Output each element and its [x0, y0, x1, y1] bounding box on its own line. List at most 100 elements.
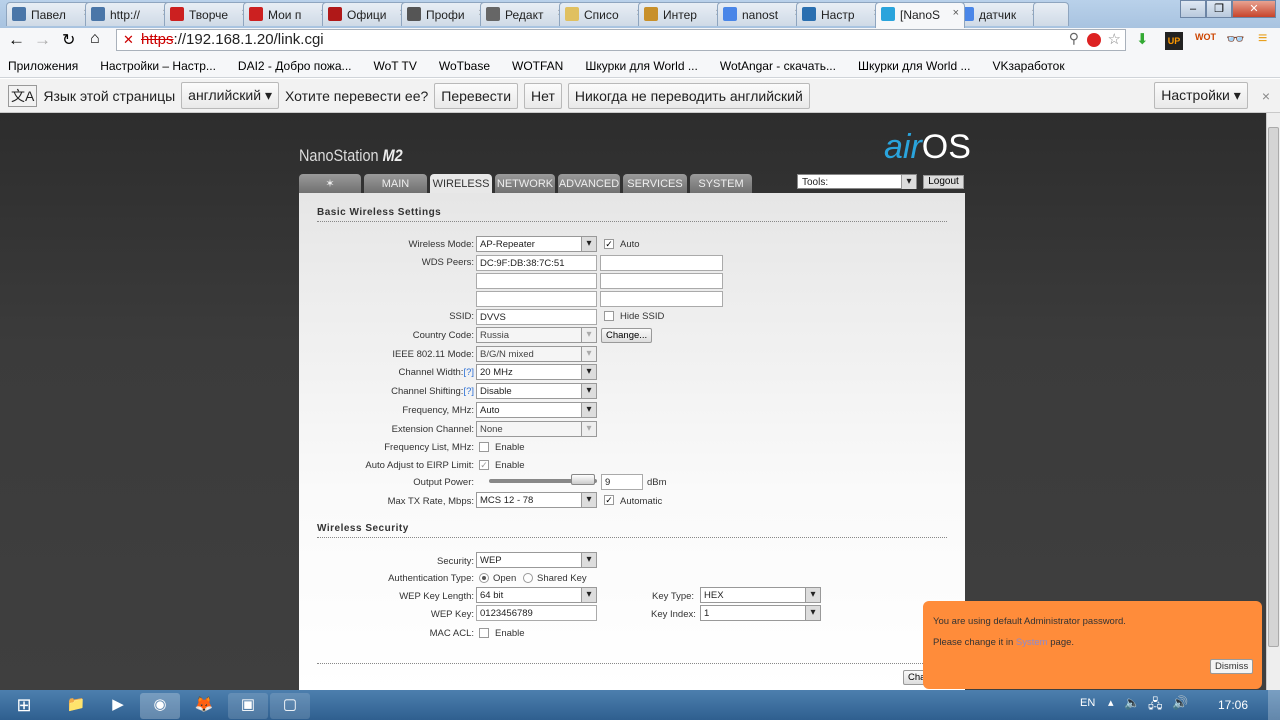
bookmark-star-icon[interactable]: ☆	[1108, 30, 1121, 48]
wds-peer-3[interactable]	[476, 273, 597, 289]
language-indicator[interactable]: EN	[1080, 697, 1095, 709]
close-window-button[interactable]: ✕	[1232, 0, 1276, 18]
wep-key-input[interactable]: 0123456789	[476, 605, 597, 621]
speaker-muted-icon[interactable]: 🔈	[1124, 695, 1140, 711]
browser-tab[interactable]: Павел×	[6, 2, 96, 26]
media-player-icon[interactable]: ▶	[98, 693, 138, 719]
address-bar[interactable]: ✕ https://192.168.1.20/link.cgi ⚲ ☆	[116, 29, 1126, 51]
close-translate-icon[interactable]: ×	[1262, 88, 1270, 104]
browser-tab[interactable]: Творче×	[164, 2, 254, 26]
auto-checkbox[interactable]: ✓	[604, 239, 614, 249]
channel-width-select[interactable]: 20 MHz	[476, 364, 597, 380]
volume-icon[interactable]: 🔊	[1172, 695, 1188, 711]
bookmark-item[interactable]: WoTbase	[439, 59, 490, 73]
clock[interactable]: 17:06	[1218, 698, 1248, 712]
tab-network[interactable]: NETWORK	[495, 174, 555, 194]
tab-wireless[interactable]: WIRELESS	[430, 174, 492, 194]
app-icon[interactable]: ▣	[228, 693, 268, 719]
extension-channel-select[interactable]: None	[476, 421, 597, 437]
menu-icon[interactable]: ≡	[1258, 30, 1267, 48]
window-icon[interactable]: ▢	[270, 693, 310, 719]
key-type-select[interactable]: HEX	[700, 587, 821, 603]
browser-tab[interactable]: nanost×	[717, 2, 807, 26]
explorer-icon[interactable]: 📁	[56, 693, 96, 719]
chrome-icon[interactable]: ◉	[140, 693, 180, 719]
wot-extension-icon[interactable]: WOT	[1195, 32, 1216, 42]
no-button[interactable]: Нет	[524, 82, 562, 109]
browser-tab[interactable]: Настр×	[796, 2, 886, 26]
incognito-icon[interactable]: 👓	[1226, 30, 1245, 48]
channel-shifting-help-link[interactable]: [?]	[463, 386, 474, 397]
bookmark-item[interactable]: Настройки – Настр...	[100, 59, 216, 73]
translate-button[interactable]: Перевести	[434, 82, 519, 109]
wireless-mode-select[interactable]: AP-Repeater	[476, 236, 597, 252]
vertical-scrollbar[interactable]	[1266, 113, 1280, 690]
translate-settings-button[interactable]: Настройки ▾	[1154, 82, 1248, 109]
bookmark-item[interactable]: VKзаработок	[992, 59, 1064, 73]
browser-tab[interactable]: http://×	[85, 2, 175, 26]
close-tab-icon[interactable]: ×	[953, 7, 959, 19]
language-select[interactable]: английский ▾	[181, 82, 279, 109]
browser-tab[interactable]: [NanoS ×	[875, 2, 965, 28]
tab-ubnt-logo[interactable]: ✶	[299, 174, 361, 194]
max-tx-rate-select[interactable]: MCS 12 - 78	[476, 492, 597, 508]
browser-tab[interactable]: Профи×	[401, 2, 491, 26]
bookmark-item[interactable]: WOTFAN	[512, 59, 563, 73]
bookmark-item[interactable]: WoT TV	[374, 59, 417, 73]
output-power-slider-handle[interactable]	[571, 474, 595, 485]
country-code-select[interactable]: Russia	[476, 327, 597, 343]
tools-select[interactable]: Tools:	[797, 174, 917, 189]
back-icon[interactable]: ←	[8, 30, 25, 50]
reload-icon[interactable]: ↻	[62, 30, 75, 50]
eirp-checkbox[interactable]: ✓	[479, 460, 489, 470]
maximize-button[interactable]: ❐	[1206, 0, 1232, 18]
hide-ssid-checkbox[interactable]	[604, 311, 614, 321]
browser-tab[interactable]: Интер×	[638, 2, 728, 26]
ieee-mode-select[interactable]: B/G/N mixed	[476, 346, 597, 362]
bookmark-item[interactable]: WotAngar - скачать...	[720, 59, 836, 73]
wds-peer-2[interactable]	[600, 255, 723, 271]
bookmark-item[interactable]: DAI2 - Добро пожа...	[238, 59, 352, 73]
new-tab-button[interactable]	[1033, 2, 1069, 26]
channel-width-help-link[interactable]: [?]	[463, 367, 474, 378]
tab-advanced[interactable]: ADVANCED	[558, 174, 620, 194]
bookmark-item[interactable]: Шкурки для World ...	[858, 59, 971, 73]
never-translate-button[interactable]: Никогда не переводить английский	[567, 82, 810, 109]
wds-peer-4[interactable]	[600, 273, 723, 289]
download-icon[interactable]: ⬇	[1136, 30, 1149, 48]
browser-tab[interactable]: Офици×	[322, 2, 412, 26]
dismiss-button[interactable]: Dismiss	[1210, 659, 1254, 674]
zoom-icon[interactable]: ⚲	[1069, 30, 1079, 47]
firefox-icon[interactable]: 🦊	[184, 693, 224, 719]
mac-acl-checkbox[interactable]	[479, 628, 489, 638]
tab-main[interactable]: MAIN	[364, 174, 427, 194]
wds-peer-5[interactable]	[476, 291, 597, 307]
wds-peer-1[interactable]: DC:9F:DB:38:7C:51	[476, 255, 597, 271]
frequency-list-checkbox[interactable]	[479, 442, 489, 452]
home-icon[interactable]: ⌂	[90, 30, 100, 48]
adblock-icon[interactable]	[1087, 33, 1101, 47]
scroll-thumb[interactable]	[1268, 127, 1279, 647]
wep-key-length-select[interactable]: 64 bit	[476, 587, 597, 603]
ssid-input[interactable]: DVVS	[476, 309, 597, 325]
wds-peer-6[interactable]	[600, 291, 723, 307]
network-icon[interactable]: 🖧	[1148, 695, 1163, 717]
output-power-input[interactable]: 9	[601, 474, 643, 490]
forward-icon[interactable]: →	[34, 30, 51, 50]
tab-services[interactable]: SERVICES	[623, 174, 687, 194]
browser-tab[interactable]: датчик ×	[954, 2, 1044, 26]
security-select[interactable]: WEP	[476, 552, 597, 568]
browser-tab[interactable]: Мои п×	[243, 2, 333, 26]
apps-bookmark[interactable]: Приложения	[8, 59, 78, 73]
up-extension-icon[interactable]: UP	[1165, 32, 1183, 50]
frequency-select[interactable]: Auto	[476, 402, 597, 418]
tab-system[interactable]: SYSTEM	[690, 174, 752, 194]
tray-expand-icon[interactable]: ▴	[1108, 696, 1114, 709]
channel-shifting-select[interactable]: Disable	[476, 383, 597, 399]
show-desktop-button[interactable]	[1268, 690, 1280, 720]
browser-tab[interactable]: Редакт×	[480, 2, 570, 26]
system-page-link[interactable]: System	[1016, 637, 1048, 648]
minimize-button[interactable]: –	[1180, 0, 1206, 18]
automatic-checkbox[interactable]: ✓	[604, 495, 614, 505]
auth-open-radio[interactable]	[479, 573, 489, 583]
